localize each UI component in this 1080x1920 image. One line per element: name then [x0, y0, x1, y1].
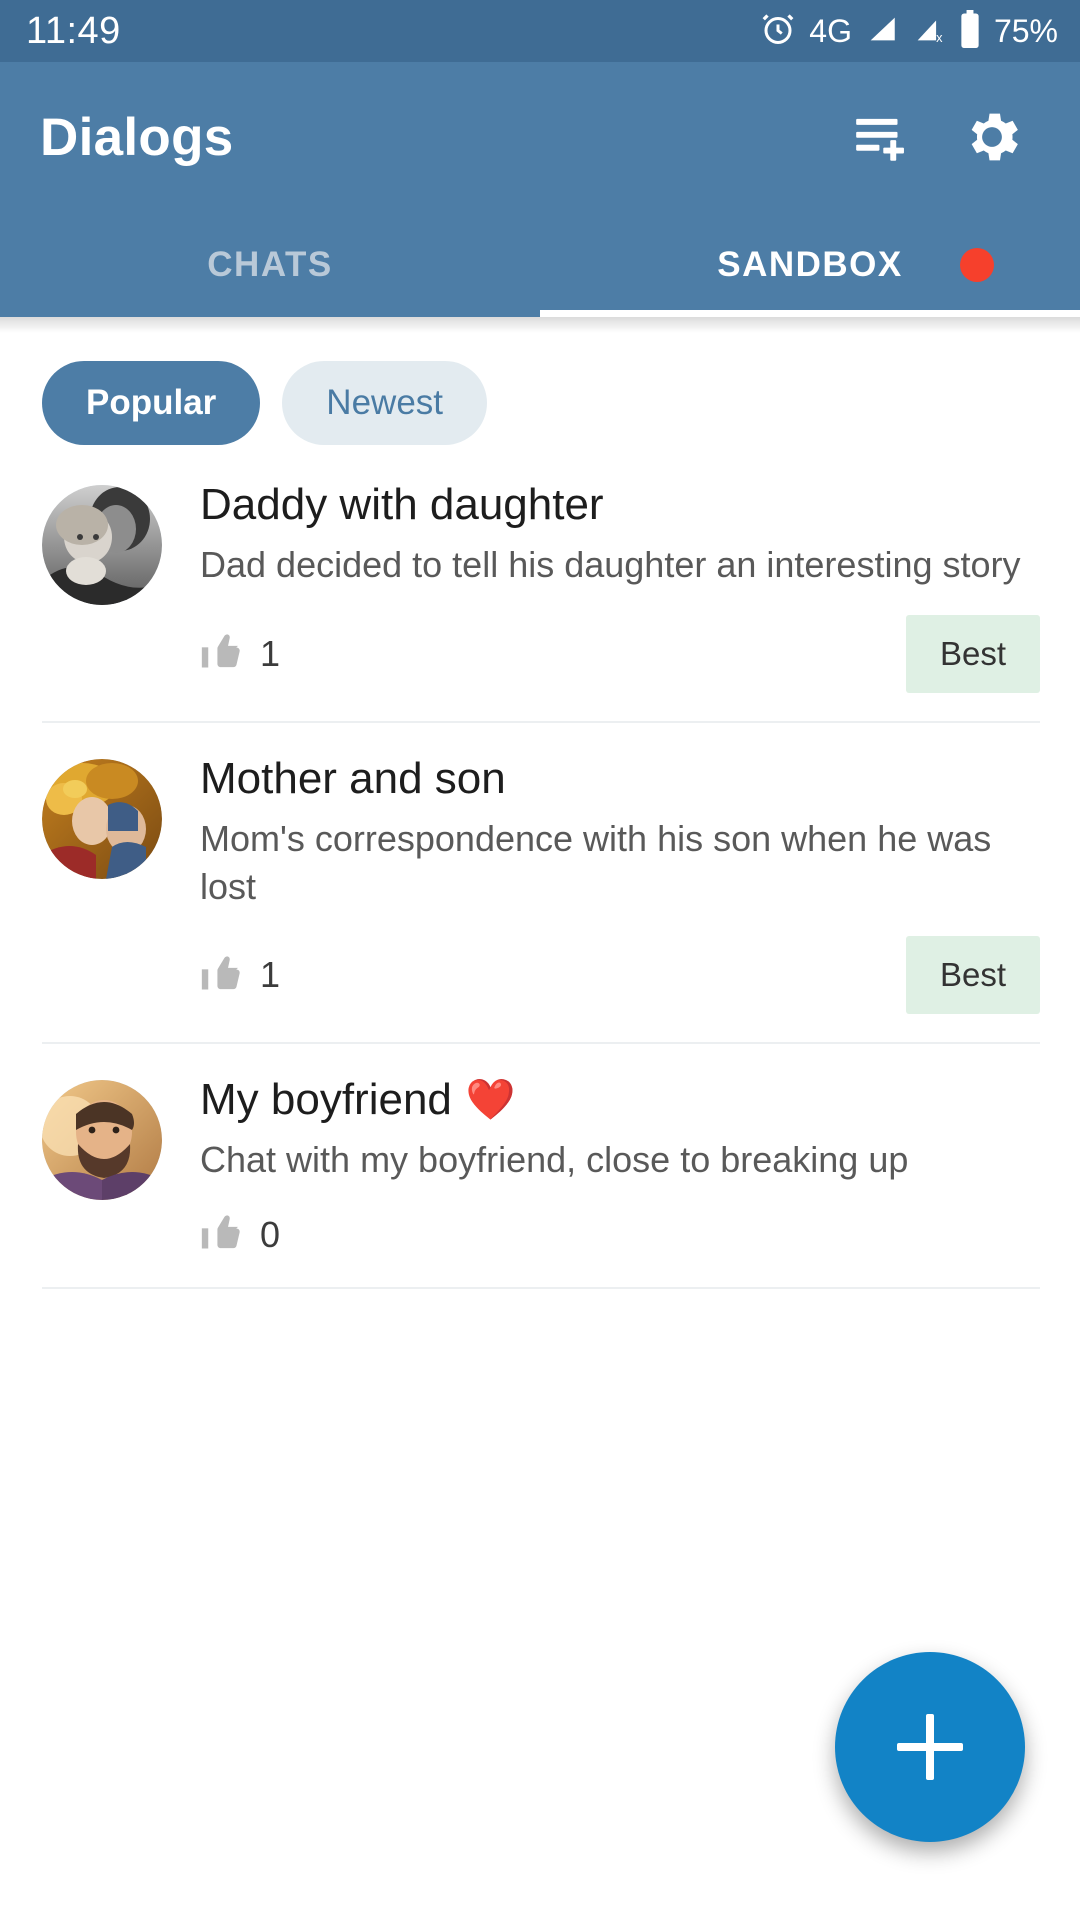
filter-chip-popular-label: Popular: [86, 383, 217, 422]
list-item[interactable]: My boyfriend ❤️ Chat with my boyfriend, …: [0, 1074, 1080, 1290]
tab-sandbox-label: SANDBOX: [717, 244, 903, 284]
item-footer: 1 Best: [200, 614, 1040, 721]
status-time: 11:49: [26, 10, 121, 52]
app-bar: Dialogs CHATS SANDBOX: [0, 62, 1080, 317]
list-divider: [42, 1287, 1040, 1290]
tab-sandbox-badge-dot: [960, 247, 994, 282]
avatar: [42, 485, 162, 605]
item-title-row: Daddy with daughter: [200, 479, 1040, 531]
status-icons: 4G x 75%: [760, 9, 1058, 53]
dialog-list: Daddy with daughter Dad decided to tell …: [0, 479, 1080, 1290]
battery-percent-label: 75%: [993, 13, 1058, 49]
thumbs-up-icon: [200, 951, 244, 1000]
item-subtitle: Dad decided to tell his daughter an inte…: [200, 543, 1021, 585]
item-title: Daddy with daughter: [200, 480, 604, 529]
like-group[interactable]: 0: [200, 1210, 280, 1259]
signal-full-icon: [865, 12, 899, 51]
tab-chats-label: CHATS: [207, 244, 333, 284]
plus-icon-vertical: [926, 1714, 934, 1780]
list-divider: [42, 1042, 1040, 1045]
item-title: My boyfriend: [200, 1075, 452, 1125]
content-area: Popular Newest Daddy with daughter Dad d…: [0, 317, 1080, 1920]
app-bar-actions: [846, 101, 1050, 173]
item-subtitle: Mom's correspondence with his son when h…: [200, 817, 992, 907]
item-title-emoji: ❤️: [465, 1077, 516, 1122]
page-title: Dialogs: [40, 107, 234, 167]
network-type-label: 4G: [809, 13, 852, 49]
item-subtitle: Chat with my boyfriend, close to breakin…: [200, 1139, 909, 1181]
filter-chip-group: Popular Newest: [0, 317, 1080, 445]
avatar: [42, 758, 162, 879]
svg-text:x: x: [936, 29, 943, 44]
filter-chip-newest[interactable]: Newest: [282, 361, 488, 445]
like-count: 0: [260, 1213, 281, 1255]
tab-sandbox[interactable]: SANDBOX: [540, 212, 1080, 317]
filter-chip-newest-label: Newest: [326, 383, 444, 422]
tab-bar: CHATS SANDBOX: [0, 212, 1080, 317]
alarm-icon: [760, 11, 796, 52]
item-title-row: My boyfriend ❤️: [200, 1074, 1040, 1126]
gear-icon[interactable]: [956, 101, 1028, 173]
thumbs-up-icon: [200, 1210, 244, 1259]
list-item[interactable]: Mother and son Mom's correspondence with…: [0, 753, 1080, 1045]
status-badge: Best: [905, 936, 1040, 1015]
tab-chats[interactable]: CHATS: [0, 212, 540, 317]
playlist-add-icon[interactable]: [846, 101, 918, 173]
item-title: Mother and son: [200, 753, 506, 803]
add-dialog-fab[interactable]: [835, 1652, 1025, 1842]
thumbs-up-icon: [200, 629, 244, 678]
item-title-row: Mother and son: [200, 753, 1040, 805]
filter-chip-popular[interactable]: Popular: [42, 361, 261, 445]
like-count: 1: [260, 632, 281, 674]
item-footer: 0: [200, 1210, 1040, 1287]
avatar: [42, 1080, 162, 1201]
status-badge: Best: [905, 614, 1040, 693]
app-bar-top: Dialogs: [0, 62, 1080, 212]
status-bar: 11:49 4G x 75%: [0, 0, 1080, 62]
like-count: 1: [260, 954, 281, 996]
list-divider: [42, 720, 1040, 723]
signal-no-service-icon: x: [912, 12, 946, 51]
active-tab-indicator: [540, 310, 1080, 317]
like-group[interactable]: 1: [200, 951, 280, 1000]
item-footer: 1 Best: [200, 936, 1040, 1042]
battery-icon: [959, 9, 981, 53]
like-group[interactable]: 1: [200, 629, 280, 678]
list-item[interactable]: Daddy with daughter Dad decided to tell …: [0, 479, 1080, 723]
